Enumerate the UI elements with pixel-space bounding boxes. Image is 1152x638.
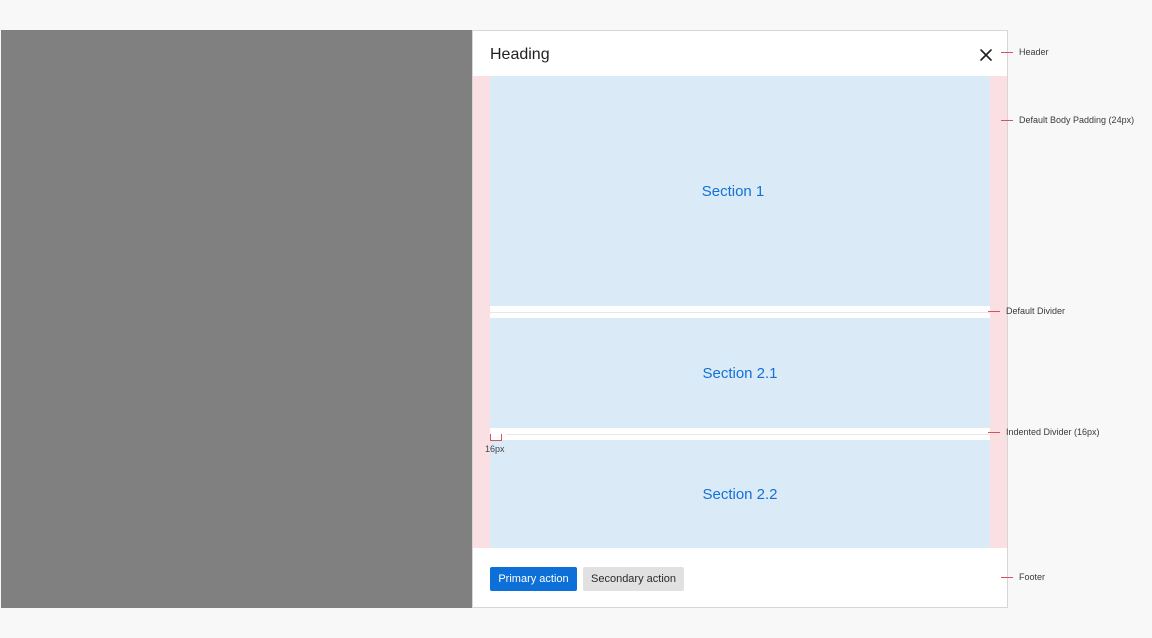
section-1-label: Section 1 [701, 182, 765, 200]
panel-header: Heading [473, 31, 1007, 76]
indented-divider [506, 434, 990, 435]
section-2-2: Section 2.2 [490, 440, 990, 548]
section-2-1: Section 2.1 [490, 318, 990, 428]
body-padding-annotation: Default Body Padding (24px) [1019, 115, 1135, 125]
header-annotation: Header [1019, 47, 1049, 57]
section-2-1-label: Section 2.1 [702, 364, 778, 382]
footer-annotation-line [1001, 577, 1013, 578]
modal-backdrop[interactable] [1, 30, 472, 608]
default-divider [490, 312, 990, 313]
close-icon[interactable] [979, 48, 993, 62]
default-divider-annotation: Default Divider [1006, 306, 1066, 316]
indented-divider-annotation: Indented Divider (16px) [1006, 427, 1100, 437]
panel-body: Section 1 Section 2.1 Section 2.2 [490, 76, 990, 548]
section-1: Section 1 [490, 76, 990, 306]
panel-body-padding: Section 1 Section 2.1 Section 2.2 [473, 76, 1007, 548]
body-padding-annotation-line [1001, 120, 1013, 121]
secondary-action-button[interactable]: Secondary action [583, 567, 684, 591]
indented-divider-annotation-line [988, 432, 1000, 433]
footer-annotation: Footer [1019, 572, 1046, 582]
section-2-2-label: Section 2.2 [702, 485, 778, 503]
indent-measure-label: 16px [485, 444, 505, 454]
header-annotation-line [1001, 52, 1013, 53]
default-divider-annotation-line [988, 311, 1000, 312]
side-panel: Heading Section 1 Section 2.1 Section 2.… [472, 30, 1008, 608]
indent-measure-bracket [490, 434, 502, 441]
panel-heading: Heading [490, 46, 550, 63]
primary-action-button[interactable]: Primary action [490, 567, 577, 591]
panel-footer: Primary action Secondary action [473, 548, 1007, 607]
